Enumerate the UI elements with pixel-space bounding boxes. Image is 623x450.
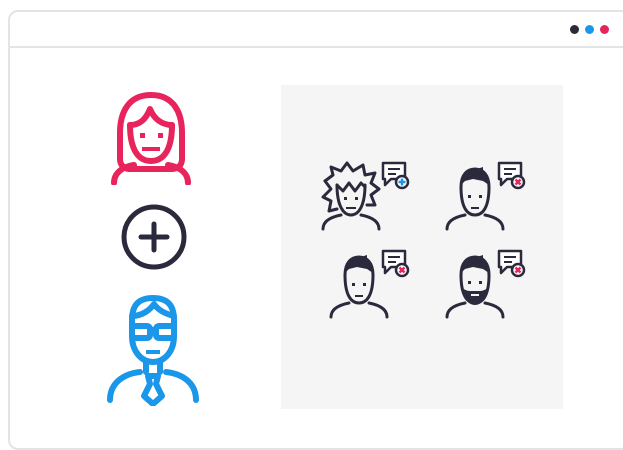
plus-circle-icon[interactable] — [119, 202, 189, 272]
invite-flow — [10, 12, 310, 448]
member-2[interactable] — [443, 161, 543, 231]
member-1[interactable] — [317, 161, 417, 231]
member-4[interactable] — [443, 249, 543, 319]
members-panel — [281, 85, 563, 409]
woman-avatar-icon — [111, 92, 191, 185]
window-controls — [570, 25, 609, 34]
member-3[interactable] — [327, 249, 427, 319]
window-control-dot-blue[interactable] — [585, 25, 594, 34]
window-control-dot-dark[interactable] — [570, 25, 579, 34]
window-control-dot-pink[interactable] — [600, 25, 609, 34]
chat-remove-icon — [497, 161, 526, 190]
businessman-avatar-icon — [107, 295, 199, 406]
app-window — [8, 10, 623, 450]
chat-remove-icon — [381, 249, 410, 278]
chat-add-icon — [381, 161, 410, 190]
wild-hair-person-avatar-icon — [321, 161, 381, 231]
chat-remove-icon — [497, 249, 526, 278]
